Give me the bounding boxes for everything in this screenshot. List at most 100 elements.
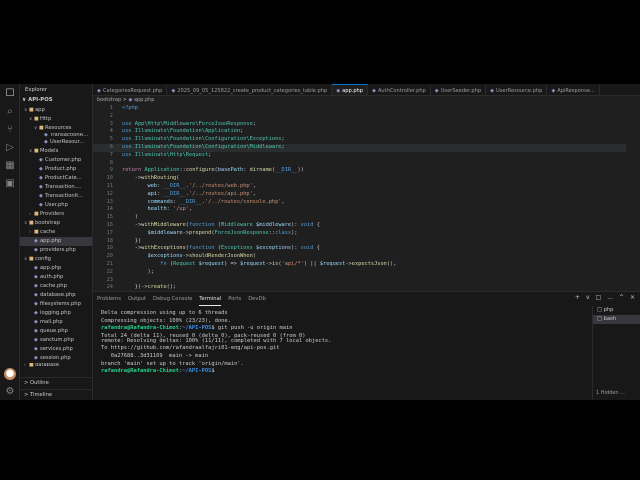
minimap[interactable] — [626, 105, 640, 290]
new-terminal-icon[interactable]: + — [575, 294, 580, 301]
source-control-icon[interactable]: ⑂ — [4, 124, 16, 136]
line-number: 10 — [106, 175, 113, 182]
project-root[interactable]: ∨ API-POS — [22, 97, 53, 103]
terminal-list: □ php □ bash — [592, 306, 640, 400]
breadcrumb-folder[interactable]: bootstrap — [97, 97, 121, 103]
tree-file[interactable]: ◆ providers.php — [20, 246, 92, 255]
remote-explorer-icon[interactable]: ▣ — [4, 178, 16, 190]
tree-item-label: Transaction.... — [45, 184, 82, 190]
terminal-output[interactable]: Delta compression using up to 6 threads C… — [101, 310, 586, 400]
split-terminal-icon[interactable]: □ — [596, 294, 602, 301]
editor-tab[interactable]: ◆ UserResource.php — [486, 85, 548, 95]
tree-file[interactable]: ◆ sanctum.php — [20, 336, 92, 345]
code-text: api: __DIR__.'/../routes/api.php', — [147, 190, 256, 197]
terminal-line: remote: Resolving deltas: 100% (11/11), … — [101, 337, 332, 344]
tree-file[interactable]: ◆ UserResour... — [20, 138, 92, 147]
panel-tab[interactable]: DevDb — [248, 292, 266, 306]
tree-file[interactable]: ◆ session.php — [20, 354, 92, 363]
breadcrumb-file[interactable]: app.php — [134, 97, 155, 103]
code-line: 20 $exceptions->shouldRenderJsonWhen( — [93, 253, 640, 261]
panel-tab[interactable]: Debug Console — [153, 292, 192, 306]
panel-tab[interactable]: Problems — [97, 292, 121, 306]
tree-folder[interactable]: › ■cache — [20, 228, 92, 237]
tree-file[interactable]: ◆ database.php — [20, 291, 92, 300]
tree-item-label: sanctum.php — [40, 337, 74, 343]
terminal-instance[interactable]: □ bash — [593, 315, 640, 324]
code-line: 1 <?php — [93, 105, 640, 113]
extensions-icon[interactable]: ▦ — [4, 160, 16, 172]
line-number: 24 — [106, 284, 113, 290]
project-name: API-POS — [28, 97, 53, 103]
tree-file[interactable]: ◆ app.php — [20, 237, 92, 246]
account-icon[interactable]: ● — [4, 368, 16, 380]
search-icon[interactable]: ⌕ — [4, 106, 16, 118]
terminal-command: $ — [211, 368, 218, 375]
settings-gear-icon[interactable]: ⚙ — [4, 386, 16, 398]
terminal-instance[interactable]: □ php — [593, 306, 640, 315]
code-editor[interactable]: 1 <?php 2 3 use App\Http\Middleware\ForceJso… — [93, 105, 640, 290]
terminal-dropdown-icon[interactable]: v — [586, 294, 590, 301]
tab-label: app.php — [342, 88, 364, 94]
tree-file[interactable]: ◆ app.php — [20, 264, 92, 273]
timeline-section[interactable]: > Timeline — [20, 389, 92, 399]
code-text: ->withRouting( — [122, 175, 180, 182]
tree-item-label: auth.php — [40, 274, 64, 280]
line-number: 15 — [106, 214, 113, 221]
editor-tab[interactable]: ◆ UserSeeder.php — [431, 85, 487, 95]
panel-tab[interactable]: Ports — [228, 292, 241, 306]
more-actions-icon[interactable]: ... — [607, 294, 613, 301]
tree-item-label: TransactionIt... — [45, 193, 84, 199]
tree-file[interactable]: ◆ logging.php — [20, 309, 92, 318]
code-text: ->withExceptions(function (Exceptions $e… — [122, 245, 320, 252]
tree-folder[interactable]: ∨ ■Resources — [20, 124, 92, 133]
editor-tab[interactable]: ◆ app.php — [332, 84, 369, 95]
files-icon[interactable]: ☐ — [4, 88, 16, 100]
close-panel-icon[interactable]: × — [630, 294, 635, 301]
tree-file[interactable]: ◆ Transaction.... — [20, 183, 92, 192]
tree-file[interactable]: ◆ auth.php — [20, 273, 92, 282]
code-text: use App\Http\Middleware\ForceJsonRespons… — [122, 120, 256, 127]
php-file-icon: ◆ — [551, 88, 556, 94]
vscode-window: ☐ ⌕ ⑂ ▷ ▦ ▣ ● ⚙ Explorer ∨ API-POS ∨ ■app… — [0, 84, 640, 400]
panel-tab[interactable]: Output — [128, 292, 146, 306]
tree-file[interactable]: ◆ services.php — [20, 345, 92, 354]
php-file-icon: ◆ — [97, 88, 101, 94]
terminal-line: 0a27688..3d31169 main -> main — [101, 352, 209, 359]
editor-tab[interactable]: ◆ AuthController.php — [368, 85, 431, 95]
maximize-panel-icon[interactable]: ^ — [619, 294, 624, 301]
terminal-prompt-user: rafandra@Rafandra-Chimot — [101, 325, 179, 332]
tree-file[interactable]: ◆ cache.php — [20, 282, 92, 291]
tree-file[interactable]: ◆ User.php — [20, 201, 92, 210]
tree-file[interactable]: ◆ TransactionIt... — [20, 192, 92, 201]
tree-folder[interactable]: ∨ ■config — [20, 255, 92, 264]
tree-file[interactable]: ◆ ProductCate... — [20, 174, 92, 183]
code-text: fn (Request $request) => $request->is('a… — [160, 260, 397, 267]
tree-folder[interactable]: › ■database — [20, 363, 92, 368]
tree-folder[interactable]: › ■Providers — [20, 210, 92, 219]
outline-section[interactable]: > Outline — [20, 377, 92, 387]
tree-file[interactable]: ◆ filesystems.php — [20, 300, 92, 309]
code-line: 4 use Illuminate\Foundation\Application; — [93, 128, 640, 136]
activity-bar: ☐ ⌕ ⑂ ▷ ▦ ▣ ● ⚙ — [0, 84, 20, 400]
code-text: web: __DIR__.'/../routes/web.php', — [147, 182, 256, 189]
run-debug-icon[interactable]: ▷ — [4, 142, 16, 154]
line-number: 1 — [109, 105, 113, 111]
tree-file[interactable]: ◆ Product.php — [20, 165, 92, 174]
code-line: 21 fn (Request $request) => $request->is… — [93, 261, 640, 269]
tree-folder[interactable]: ∨ ■Http — [20, 115, 92, 124]
code-line: 6 use Illuminate\Foundation\Configuration… — [93, 143, 640, 152]
editor-tab[interactable]: ◆ 2025_09_05_125822_create_product_catego… — [167, 85, 333, 95]
tree-file[interactable]: ◆ Customer.php — [20, 156, 92, 165]
tree-folder[interactable]: ∨ ■Models — [20, 147, 92, 156]
tree-file[interactable]: ◆ mail.php — [20, 318, 92, 327]
line-number: 23 — [106, 276, 113, 283]
editor-tab[interactable]: ◆ ApiResponse... — [547, 85, 600, 95]
panel-tab[interactable]: Terminal — [199, 292, 222, 306]
tree-file[interactable]: ◆ queue.php — [20, 327, 92, 336]
panel-controls: + v □... ^ × — [569, 294, 635, 301]
tree-folder[interactable]: ∨ ■app — [20, 106, 92, 115]
tree-folder[interactable]: ∨ ■bootstrap — [20, 219, 92, 228]
tree-item-label: Customer.php — [45, 157, 82, 163]
editor-tab[interactable]: ◆ CategoriesRequest.php — [93, 85, 168, 95]
tree-item-label: logging.php — [40, 310, 71, 316]
